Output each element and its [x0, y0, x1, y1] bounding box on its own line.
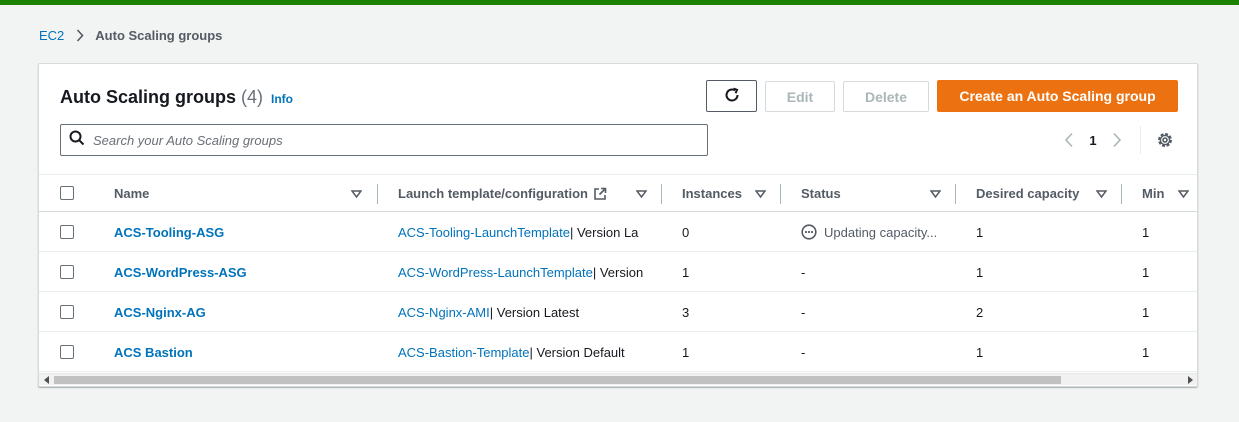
column-resizer[interactable] — [377, 184, 378, 204]
column-label: Desired capacity — [976, 186, 1080, 201]
breadcrumb-ec2-link[interactable]: EC2 — [39, 28, 64, 43]
status-text: Updating capacity... — [824, 224, 938, 240]
column-header-launch-template[interactable]: Launch template/configuration — [398, 175, 607, 212]
sort-down-icon[interactable] — [351, 175, 362, 212]
info-link[interactable]: Info — [271, 92, 293, 106]
panel-header: Auto Scaling groups (4) Info — [60, 87, 293, 108]
group-count: (4) — [241, 87, 264, 107]
refresh-icon — [723, 86, 741, 107]
status-text: - — [801, 344, 806, 360]
group-name-link[interactable]: ACS-Tooling-ASG — [114, 212, 374, 252]
launch-template-cell: ACS-Bastion-Template | Version Default — [398, 332, 662, 372]
desired-capacity-value: 1 — [976, 344, 984, 360]
delete-button[interactable]: Delete — [843, 81, 929, 112]
launch-template-version: | Version Default — [529, 344, 625, 360]
chevron-right-icon — [76, 29, 84, 42]
scrollbar-thumb[interactable] — [54, 376, 1061, 384]
column-resizer[interactable] — [1121, 184, 1122, 204]
column-resizer[interactable] — [780, 184, 781, 204]
row-checkbox[interactable] — [60, 265, 74, 279]
chevron-left-icon[interactable] — [1061, 129, 1077, 151]
column-resizer[interactable] — [955, 184, 956, 204]
group-name-link[interactable]: ACS-Nginx-AG — [114, 292, 374, 332]
column-header-name[interactable]: Name — [114, 175, 149, 212]
scroll-left-icon[interactable] — [41, 375, 53, 385]
column-header-instances[interactable]: Instances — [682, 175, 742, 212]
min-value: 1 — [1142, 264, 1150, 280]
column-label: Min — [1142, 186, 1165, 201]
sort-down-icon[interactable] — [1178, 175, 1189, 212]
launch-template-version: | Version La — [569, 224, 639, 240]
top-status-bar — [0, 0, 1239, 5]
pagination: 1 — [1061, 129, 1125, 151]
current-page[interactable]: 1 — [1077, 133, 1109, 148]
launch-template-link[interactable]: ACS-Tooling-LaunchTemplate — [398, 225, 570, 240]
desired-capacity-value: 1 — [976, 264, 984, 280]
column-resizer[interactable] — [661, 184, 662, 204]
min-value: 1 — [1142, 304, 1150, 320]
gear-icon[interactable] — [1155, 130, 1175, 150]
column-label: Status — [801, 186, 841, 201]
external-link-icon — [593, 187, 607, 201]
divider — [1140, 126, 1141, 154]
sort-down-icon[interactable] — [1096, 175, 1107, 212]
instances-value: 0 — [682, 224, 690, 240]
instances-value: 3 — [682, 304, 690, 320]
desired-capacity-value: 2 — [976, 304, 984, 320]
status-cell: Updating capacity... — [801, 212, 956, 252]
select-all-checkbox[interactable] — [60, 186, 74, 200]
sort-down-icon[interactable] — [755, 175, 766, 212]
chevron-right-icon[interactable] — [1109, 129, 1125, 151]
status-text: - — [801, 304, 806, 320]
column-header-desired-capacity[interactable]: Desired capacity — [976, 175, 1079, 212]
launch-template-cell: ACS-WordPress-LaunchTemplate | Version — [398, 252, 662, 292]
table-row[interactable]: ACS-Nginx-AG ACS-Nginx-AMI | Version Lat… — [39, 292, 1197, 332]
group-name-link[interactable]: ACS Bastion — [114, 332, 374, 372]
launch-template-link[interactable]: ACS-Nginx-AMI — [398, 305, 490, 320]
launch-template-cell: ACS-Tooling-LaunchTemplate | Version La — [398, 212, 662, 252]
status-text: - — [801, 264, 806, 280]
min-value: 1 — [1142, 344, 1150, 360]
column-label: Launch template/configuration — [398, 186, 588, 201]
pending-status-icon — [801, 224, 817, 240]
instances-value: 1 — [682, 264, 690, 280]
launch-template-version: | Version — [592, 264, 644, 280]
auto-scaling-groups-panel: Auto Scaling groups (4) Info Edit Delete… — [38, 63, 1198, 387]
scroll-right-icon[interactable] — [1184, 375, 1196, 385]
launch-template-cell: ACS-Nginx-AMI | Version Latest — [398, 292, 662, 332]
table-header: Name Launch template/configuration Insta… — [39, 174, 1197, 212]
table-row[interactable]: ACS Bastion ACS-Bastion-Template | Versi… — [39, 332, 1197, 372]
search-icon — [69, 130, 85, 151]
column-header-min[interactable]: Min — [1142, 175, 1164, 212]
page-title: Auto Scaling groups — [60, 87, 237, 107]
launch-template-version: | Version Latest — [489, 304, 580, 320]
search-input[interactable] — [93, 132, 693, 148]
sort-down-icon[interactable] — [636, 175, 647, 212]
table-row[interactable]: ACS-WordPress-ASG ACS-WordPress-LaunchTe… — [39, 252, 1197, 292]
group-name-link[interactable]: ACS-WordPress-ASG — [114, 252, 374, 292]
min-value: 1 — [1142, 224, 1150, 240]
launch-template-link[interactable]: ACS-Bastion-Template — [398, 345, 530, 360]
edit-button[interactable]: Edit — [765, 81, 835, 112]
column-label: Name — [114, 186, 150, 201]
row-checkbox[interactable] — [60, 345, 74, 359]
row-checkbox[interactable] — [60, 225, 74, 239]
column-header-status[interactable]: Status — [801, 175, 841, 212]
search-field[interactable] — [60, 124, 708, 156]
instances-value: 1 — [682, 344, 690, 360]
column-label: Instances — [682, 186, 742, 201]
sort-down-icon[interactable] — [930, 175, 941, 212]
create-auto-scaling-group-button[interactable]: Create an Auto Scaling group — [937, 80, 1178, 112]
breadcrumb: EC2 Auto Scaling groups — [39, 28, 222, 43]
row-checkbox[interactable] — [60, 305, 74, 319]
refresh-button[interactable] — [706, 80, 757, 112]
breadcrumb-current: Auto Scaling groups — [95, 28, 223, 43]
horizontal-scrollbar[interactable] — [39, 373, 1197, 385]
table-row[interactable]: ACS-Tooling-ASG ACS-Tooling-LaunchTempla… — [39, 212, 1197, 252]
launch-template-link[interactable]: ACS-WordPress-LaunchTemplate — [398, 265, 593, 280]
desired-capacity-value: 1 — [976, 224, 984, 240]
